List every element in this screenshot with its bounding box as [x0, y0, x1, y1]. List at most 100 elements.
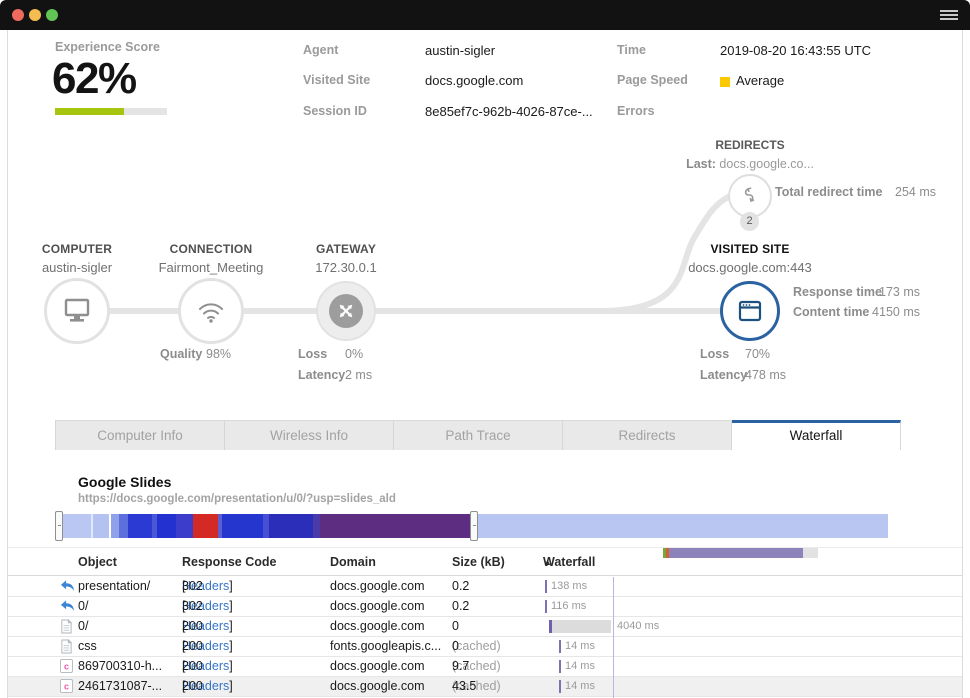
content-time-value: 4150 ms	[860, 305, 920, 319]
minimap-right-handle[interactable]	[470, 511, 478, 541]
total-redirect-time-value: 254 ms	[895, 185, 936, 199]
domain-cell: docs.google.com	[330, 617, 425, 636]
experience-score-value: 62%	[52, 54, 136, 104]
size-cell: 0 (cached)	[452, 637, 501, 656]
visited-site-name: docs.google.com:443	[670, 260, 830, 275]
monitor-icon	[61, 296, 93, 326]
response-code-cell: 200 [Headers]	[182, 677, 229, 696]
domain-cell: docs.google.com	[330, 577, 425, 596]
wifi-icon	[196, 298, 226, 324]
gateway-node[interactable]	[316, 281, 376, 341]
domain-cell: docs.google.com	[330, 677, 425, 696]
waterfall-cell: 4040 ms	[543, 617, 962, 636]
minimap-segment	[313, 514, 320, 538]
minimap-segment	[157, 514, 176, 538]
response-code-cell: 302 [Headers]	[182, 577, 229, 596]
gateway-latency-label: Latency	[298, 368, 345, 382]
minimap-segment	[63, 514, 91, 538]
waterfall-tick	[545, 600, 547, 613]
table-row[interactable]: 0/ 200 [Headers] docs.google.com 0 4040 …	[8, 617, 962, 637]
page-speed-label: Page Speed	[617, 73, 688, 87]
domain-cell: fonts.googleapis.c...	[330, 637, 441, 656]
response-code-cell: 200 [Headers]	[182, 617, 229, 636]
table-row[interactable]: c 869700310-h... 200 [Headers] docs.goog…	[8, 657, 962, 677]
computer-node[interactable]	[44, 278, 110, 344]
tab-computer-info[interactable]: Computer Info	[55, 420, 225, 450]
minimap-segment	[269, 514, 313, 538]
minimap-segment	[119, 514, 128, 538]
table-row[interactable]: c 2461731087-... 200 [Headers] docs.goog…	[8, 677, 962, 697]
response-code-cell: 302 [Headers]	[182, 597, 229, 616]
object-cell: css	[78, 637, 97, 656]
maximize-window-icon[interactable]	[46, 9, 58, 21]
experience-score-bar	[55, 108, 167, 115]
redirect-icon	[60, 579, 75, 594]
tab-redirects[interactable]: Redirects	[563, 420, 732, 450]
table-row[interactable]: css 200 [Headers] fonts.googleapis.c... …	[8, 637, 962, 657]
gateway-title: GATEWAY	[286, 242, 406, 256]
table-row[interactable]: presentation/ 302 [Headers] docs.google.…	[8, 577, 962, 597]
domain-cell: docs.google.com	[330, 657, 425, 676]
page-speed-value: Average	[736, 73, 784, 88]
session-detail-window: Experience Score 62% Agent austin-sigler…	[0, 0, 970, 698]
quality-value: 98%	[206, 347, 231, 361]
size-cell: 43.5 (cached)	[452, 677, 501, 696]
session-id-label: Session ID	[303, 104, 367, 118]
minimap-left-handle[interactable]	[55, 511, 63, 541]
col-object: Object	[78, 548, 117, 576]
experience-score-label: Experience Score	[55, 40, 160, 54]
tab-waterfall[interactable]: Waterfall	[732, 420, 901, 450]
hamburger-menu-icon[interactable]	[940, 8, 958, 22]
waterfall-time-label: 4040 ms	[617, 617, 659, 636]
col-response-code: Response Code	[182, 548, 276, 576]
gateway-loss-label: Loss	[298, 347, 327, 361]
table-body: presentation/ 302 [Headers] docs.google.…	[8, 577, 962, 698]
minimap-segment	[478, 514, 888, 538]
page-url: https://docs.google.com/presentation/u/0…	[78, 493, 396, 505]
close-window-icon[interactable]	[12, 9, 24, 21]
response-code-cell: 200 [Headers]	[182, 637, 229, 656]
browser-window-icon	[737, 298, 763, 324]
gateway-loss-value: 0%	[345, 347, 363, 361]
tab-wireless-info[interactable]: Wireless Info	[225, 420, 394, 450]
waterfall-time-label: 138 ms	[551, 577, 587, 596]
waterfall-minimap[interactable]	[57, 514, 890, 538]
minimap-segment	[93, 514, 109, 538]
connection-title: CONNECTION	[151, 242, 271, 256]
agent-value: austin-sigler	[425, 43, 495, 58]
table-header: Object Response Code Domain Size (kB) Wa…	[8, 548, 962, 576]
minimap-segment	[111, 514, 119, 538]
object-cell: 2461731087-...	[78, 677, 162, 696]
window-titlebar	[0, 0, 970, 30]
css-file-icon: c	[60, 659, 75, 674]
computer-title: COMPUTER	[17, 242, 137, 256]
experience-score-bar-fill	[55, 108, 124, 115]
response-time-value: 173 ms	[860, 285, 920, 299]
visited-site-node[interactable]	[720, 281, 780, 341]
redirects-last-value: docs.google.co...	[719, 157, 814, 171]
waterfall-cell: 14 ms	[543, 657, 962, 676]
site-latency-label: Latency	[700, 368, 747, 382]
waterfall-time-label: 14 ms	[565, 657, 595, 676]
object-cell: presentation/	[78, 577, 150, 596]
tab-path-trace[interactable]: Path Trace	[394, 420, 563, 450]
minimize-window-icon[interactable]	[29, 9, 41, 21]
object-cell: 0/	[78, 597, 88, 616]
document-icon	[60, 619, 75, 634]
response-code-cell: 200 [Headers]	[182, 657, 229, 676]
time-label: Time	[617, 43, 646, 57]
object-cell: 869700310-h...	[78, 657, 162, 676]
domain-cell: docs.google.com	[330, 597, 425, 616]
redirect-count-badge: 2	[740, 212, 759, 231]
session-id-value: 8e85ef7c-962b-4026-87ce-...	[425, 104, 593, 119]
document-icon	[60, 639, 75, 654]
sort-ascending-icon: ▲	[543, 548, 552, 576]
minimap-segment	[222, 514, 263, 538]
waterfall-tick	[559, 680, 561, 693]
connection-node[interactable]	[178, 278, 244, 344]
waterfall-cell: 138 ms	[543, 577, 962, 596]
table-row[interactable]: 0/ 302 [Headers] docs.google.com 0.2 116…	[8, 597, 962, 617]
total-redirect-time-label: Total redirect time	[775, 185, 882, 199]
waterfall-cell: 14 ms	[543, 677, 962, 696]
minimap-segment	[193, 514, 218, 538]
